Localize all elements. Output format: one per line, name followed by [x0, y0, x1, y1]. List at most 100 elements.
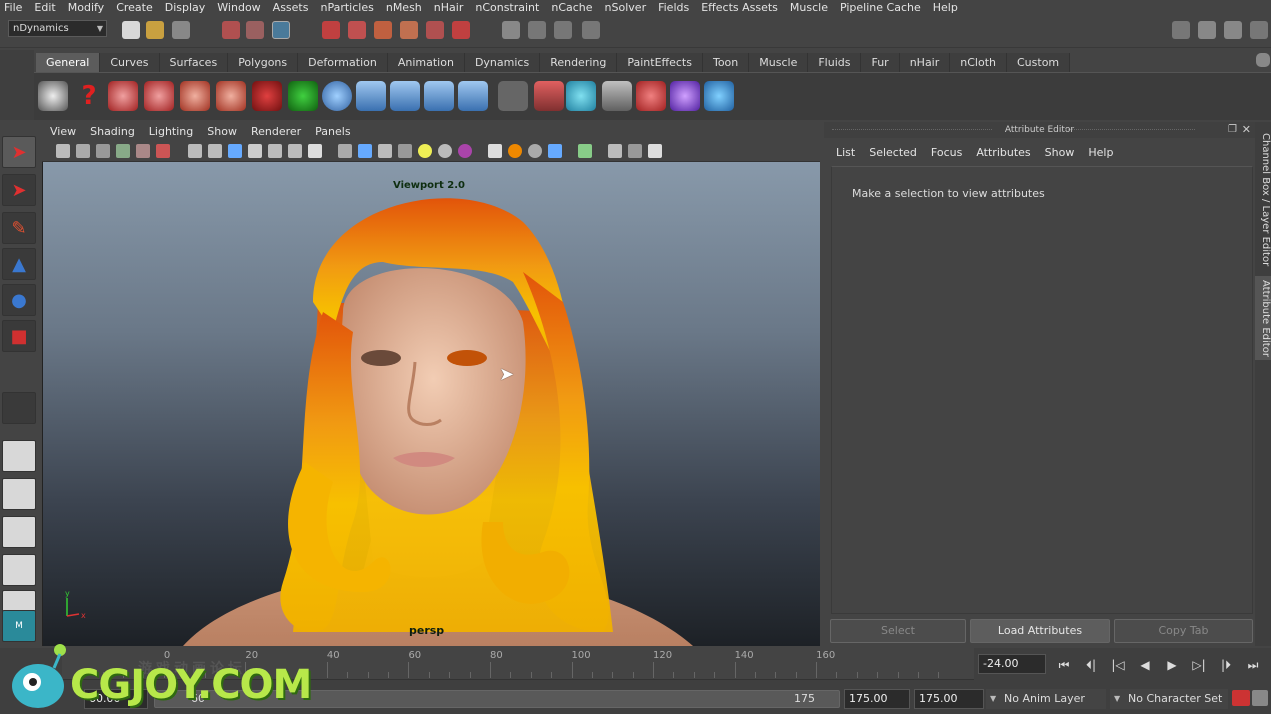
depth-of-field-icon[interactable]	[528, 144, 542, 158]
xray-icon[interactable]	[578, 144, 592, 158]
shelf-tab-painteffects[interactable]: PaintEffects	[617, 53, 703, 72]
axis-icon[interactable]	[704, 81, 734, 111]
shelf-tab-fluids[interactable]: Fluids	[808, 53, 862, 72]
snap-curve-icon[interactable]	[348, 21, 366, 39]
outliner-icon[interactable]	[498, 81, 528, 111]
menu-pipeline-cache[interactable]: Pipeline Cache	[840, 1, 921, 14]
xray-joints-icon[interactable]	[608, 144, 622, 158]
persp-outliner-layout-icon[interactable]	[2, 516, 36, 548]
ae-menu-selected[interactable]: Selected	[869, 146, 917, 159]
grid-icon[interactable]	[188, 144, 202, 158]
snap-grid-icon[interactable]	[322, 21, 340, 39]
toggle-tool-settings-icon[interactable]	[1224, 21, 1242, 39]
shelf-menu-icon[interactable]	[1256, 53, 1270, 67]
play-backward-icon[interactable]: ◀	[1135, 657, 1155, 673]
menu-muscle[interactable]: Muscle	[790, 1, 828, 14]
shelf-tab-rendering[interactable]: Rendering	[540, 53, 618, 72]
move-tool-icon[interactable]: ▲	[2, 248, 36, 280]
menu-edit[interactable]: Edit	[34, 1, 55, 14]
textured-icon[interactable]	[398, 144, 412, 158]
viewport-menu-show[interactable]: Show	[207, 125, 237, 138]
shelf-tab-nhair[interactable]: nHair	[899, 53, 951, 72]
multisample-aa-icon[interactable]	[508, 144, 522, 158]
shadows-icon[interactable]	[438, 144, 452, 158]
sphere-icon[interactable]	[322, 81, 352, 111]
viewport-menu-panels[interactable]: Panels	[315, 125, 350, 138]
shelf-options[interactable]	[0, 50, 34, 120]
step-back-frame-icon[interactable]: |◁	[1108, 657, 1128, 673]
select-camera-icon[interactable]	[56, 144, 70, 158]
wireframe-on-shaded-icon[interactable]	[378, 144, 392, 158]
render-settings-icon[interactable]	[554, 21, 572, 39]
ae-menu-help[interactable]: Help	[1088, 146, 1113, 159]
screen-space-ao-icon[interactable]	[458, 144, 472, 158]
shelf-tab-toon[interactable]: Toon	[702, 53, 750, 72]
shelf-tab-muscle[interactable]: Muscle	[749, 53, 809, 72]
use-all-lights-icon[interactable]	[418, 144, 432, 158]
resolution-gate-icon[interactable]	[228, 144, 242, 158]
paint-select-tool-icon[interactable]: ✎	[2, 212, 36, 244]
menu-assets[interactable]: Assets	[273, 1, 309, 14]
character-set-dropdown[interactable]: ▼ No Character Set	[1110, 689, 1228, 709]
smooth-shade-icon[interactable]	[358, 144, 372, 158]
paint-weights-icon[interactable]	[636, 81, 666, 111]
two-d-pan-zoom-icon[interactable]	[136, 144, 150, 158]
shelf-tab-deformation[interactable]: Deformation	[298, 53, 388, 72]
ik-handle-icon[interactable]	[390, 81, 420, 111]
toggle-modeling-toolkit-icon[interactable]	[1172, 21, 1190, 39]
gate-mask-icon[interactable]	[248, 144, 262, 158]
make-live-icon[interactable]	[426, 21, 444, 39]
current-time-field[interactable]: -24.00	[978, 654, 1046, 674]
create-cluster-icon[interactable]	[534, 81, 564, 111]
attribute-editor-tab[interactable]: Attribute Editor	[1255, 276, 1271, 360]
play-forward-icon[interactable]: ▶	[1162, 657, 1182, 673]
animation-end-field[interactable]: 175.00	[914, 689, 984, 709]
shelf-tab-ncloth[interactable]: nCloth	[950, 53, 1007, 72]
close-icon[interactable]: ✕	[1242, 122, 1251, 138]
shelf-tab-animation[interactable]: Animation	[387, 53, 465, 72]
go-to-end-icon[interactable]: ⏭	[1243, 657, 1263, 673]
copy-tab-button[interactable]: Copy Tab	[1114, 619, 1253, 643]
persp-graph-layout-icon[interactable]	[2, 554, 36, 586]
film-gate-icon[interactable]	[208, 144, 222, 158]
ipr-render-icon[interactable]	[528, 21, 546, 39]
playback-end-field[interactable]: 175.00	[844, 689, 910, 709]
go-to-start-icon[interactable]: ⏮	[1054, 657, 1074, 673]
viewport-menu-lighting[interactable]: Lighting	[149, 125, 193, 138]
perspective-viewport[interactable]: y x Viewport 2.0 persp ➤	[42, 162, 820, 646]
last-tool-slot[interactable]	[2, 392, 36, 424]
select-button[interactable]: Select	[830, 619, 966, 643]
help-icon[interactable]: ?	[74, 81, 104, 111]
auto-key-icon[interactable]	[1232, 690, 1250, 706]
step-forward-key-icon[interactable]: |⏵	[1216, 657, 1236, 673]
menu-ncache[interactable]: nCache	[551, 1, 592, 14]
menu-create[interactable]: Create	[116, 1, 153, 14]
magnet-icon[interactable]	[452, 21, 470, 39]
rotate-tool-icon[interactable]: ●	[2, 284, 36, 316]
float-panel-icon[interactable]: ❐	[1228, 122, 1237, 138]
ik-spline-icon[interactable]	[424, 81, 454, 111]
single-perspective-layout-icon[interactable]	[2, 440, 36, 472]
ae-menu-show[interactable]: Show	[1045, 146, 1075, 159]
menu-effects-assets[interactable]: Effects Assets	[701, 1, 778, 14]
movie-reel-icon[interactable]	[38, 81, 68, 111]
select-by-hierarchy-icon[interactable]	[222, 21, 240, 39]
menu-help[interactable]: Help	[933, 1, 958, 14]
menu-nsolver[interactable]: nSolver	[605, 1, 647, 14]
snap-point-icon[interactable]	[374, 21, 392, 39]
create-lattice-icon[interactable]	[566, 81, 596, 111]
channel-box-tab[interactable]: Channel Box / Layer Editor	[1255, 130, 1271, 270]
hypershade-icon[interactable]	[582, 21, 600, 39]
smooth-icon[interactable]	[602, 81, 632, 111]
joint-tool-icon[interactable]	[356, 81, 386, 111]
safe-title-icon[interactable]	[308, 144, 322, 158]
step-forward-frame-icon[interactable]: ▷|	[1189, 657, 1209, 673]
safe-action-icon[interactable]	[288, 144, 302, 158]
isolate-select-icon[interactable]	[548, 144, 562, 158]
shelf-tab-general[interactable]: General	[36, 53, 101, 72]
ae-menu-list[interactable]: List	[836, 146, 855, 159]
ae-menu-focus[interactable]: Focus	[931, 146, 962, 159]
image-plane-icon[interactable]	[116, 144, 130, 158]
toggle-channel-box-icon[interactable]	[1250, 21, 1268, 39]
rotate-tool-shelf-icon[interactable]	[180, 81, 210, 111]
